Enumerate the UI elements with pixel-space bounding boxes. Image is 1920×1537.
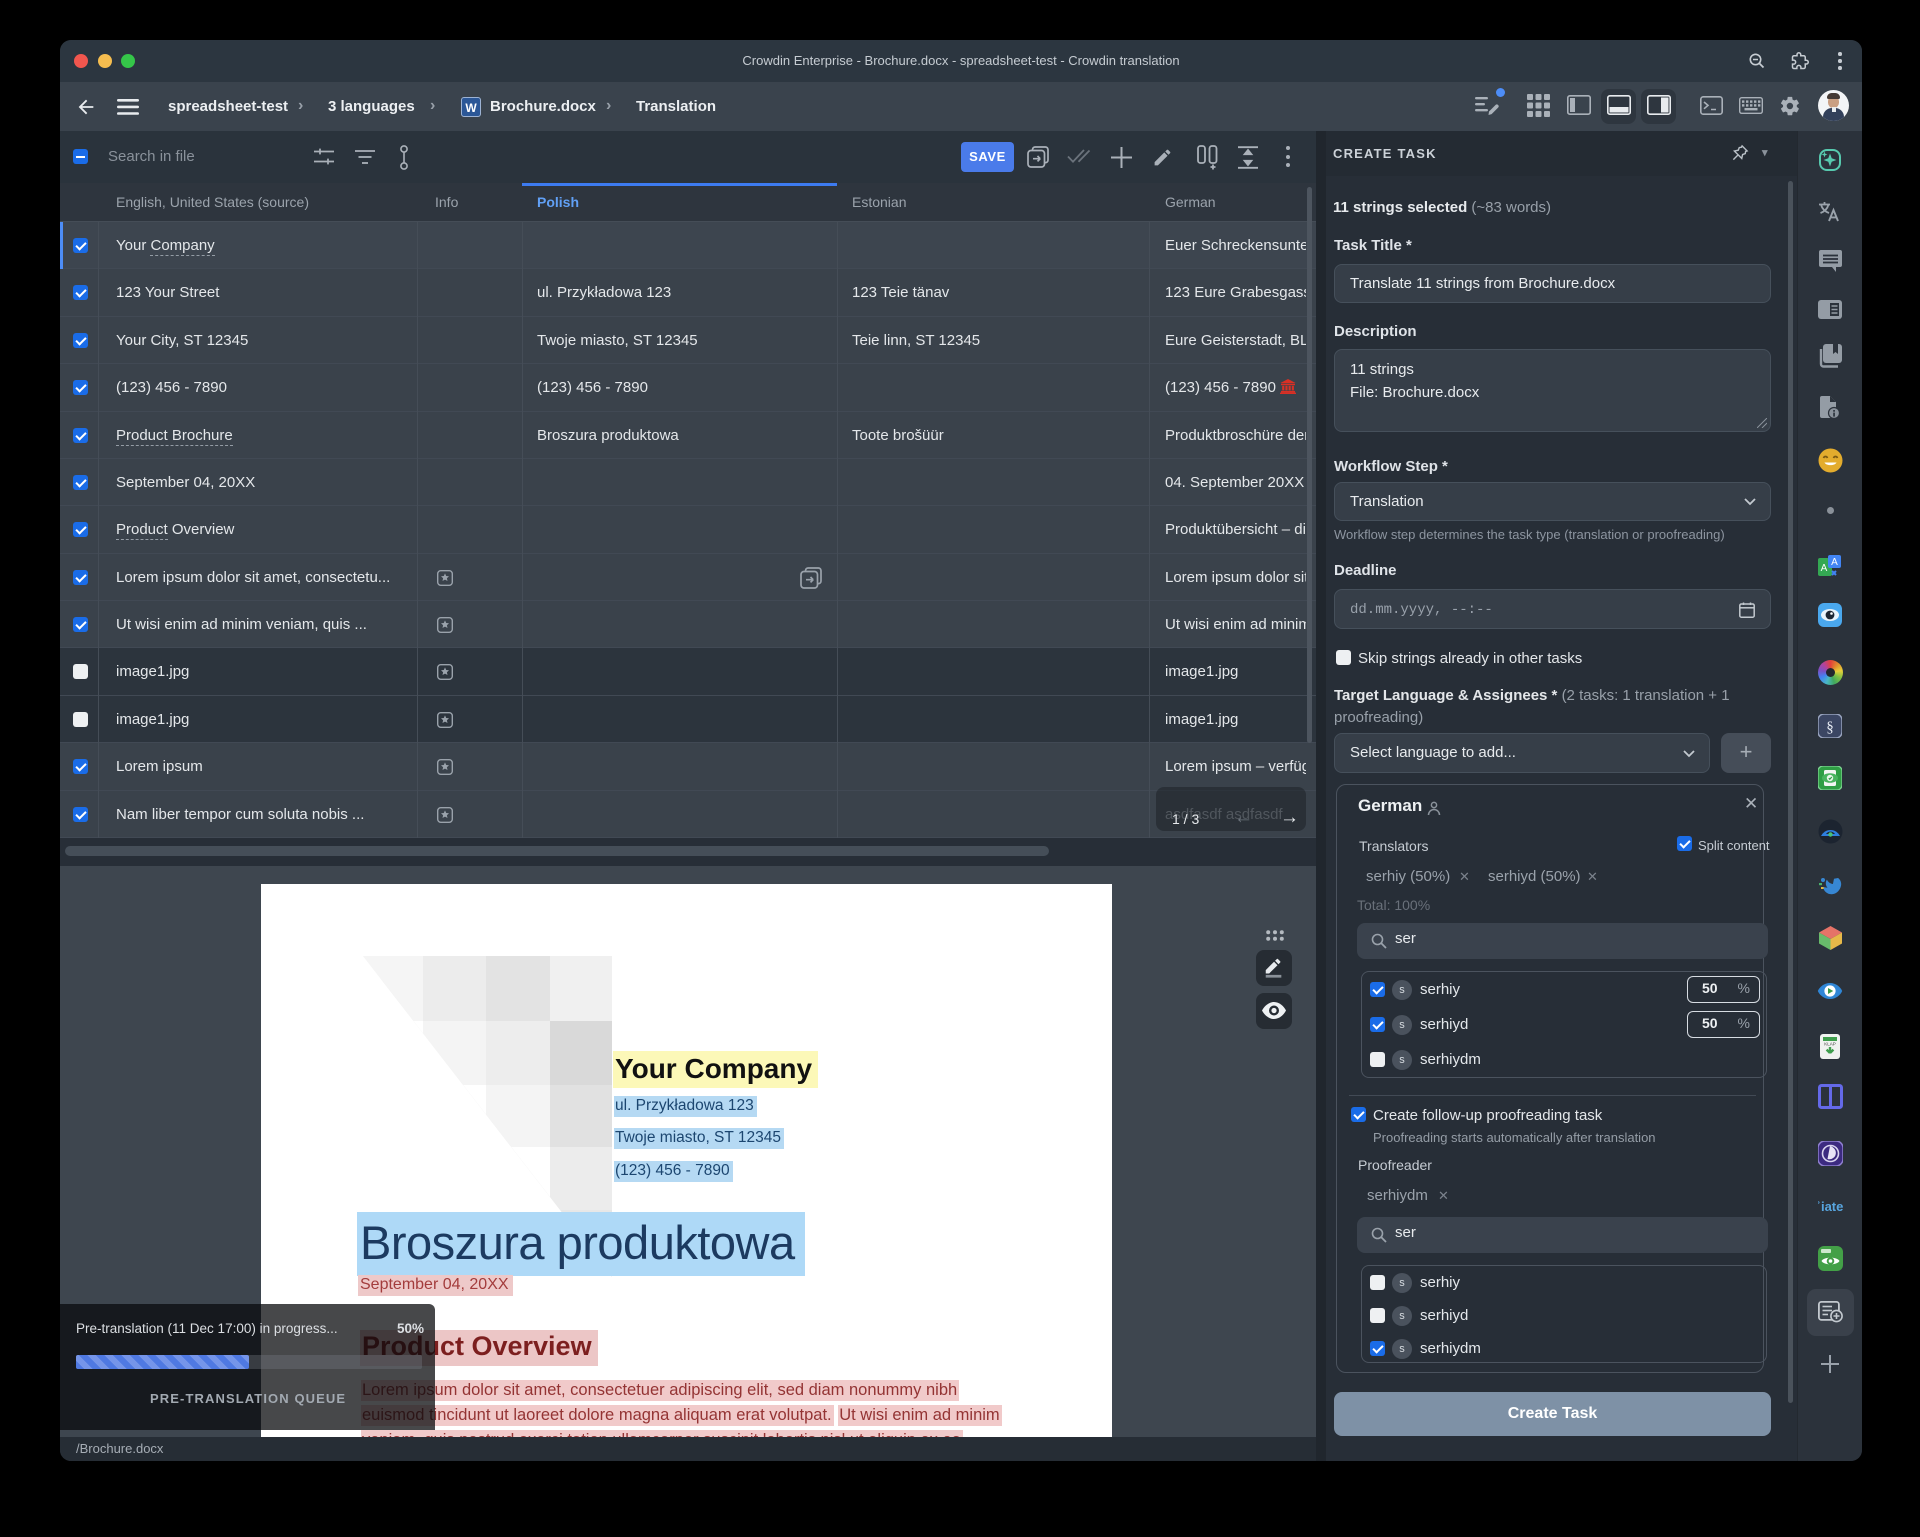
svg-text:A: A <box>1831 557 1838 568</box>
svg-text:§: § <box>1826 720 1834 736</box>
svg-text:KLAP: KLAP <box>1824 1042 1836 1047</box>
svg-text:A: A <box>1821 563 1828 574</box>
